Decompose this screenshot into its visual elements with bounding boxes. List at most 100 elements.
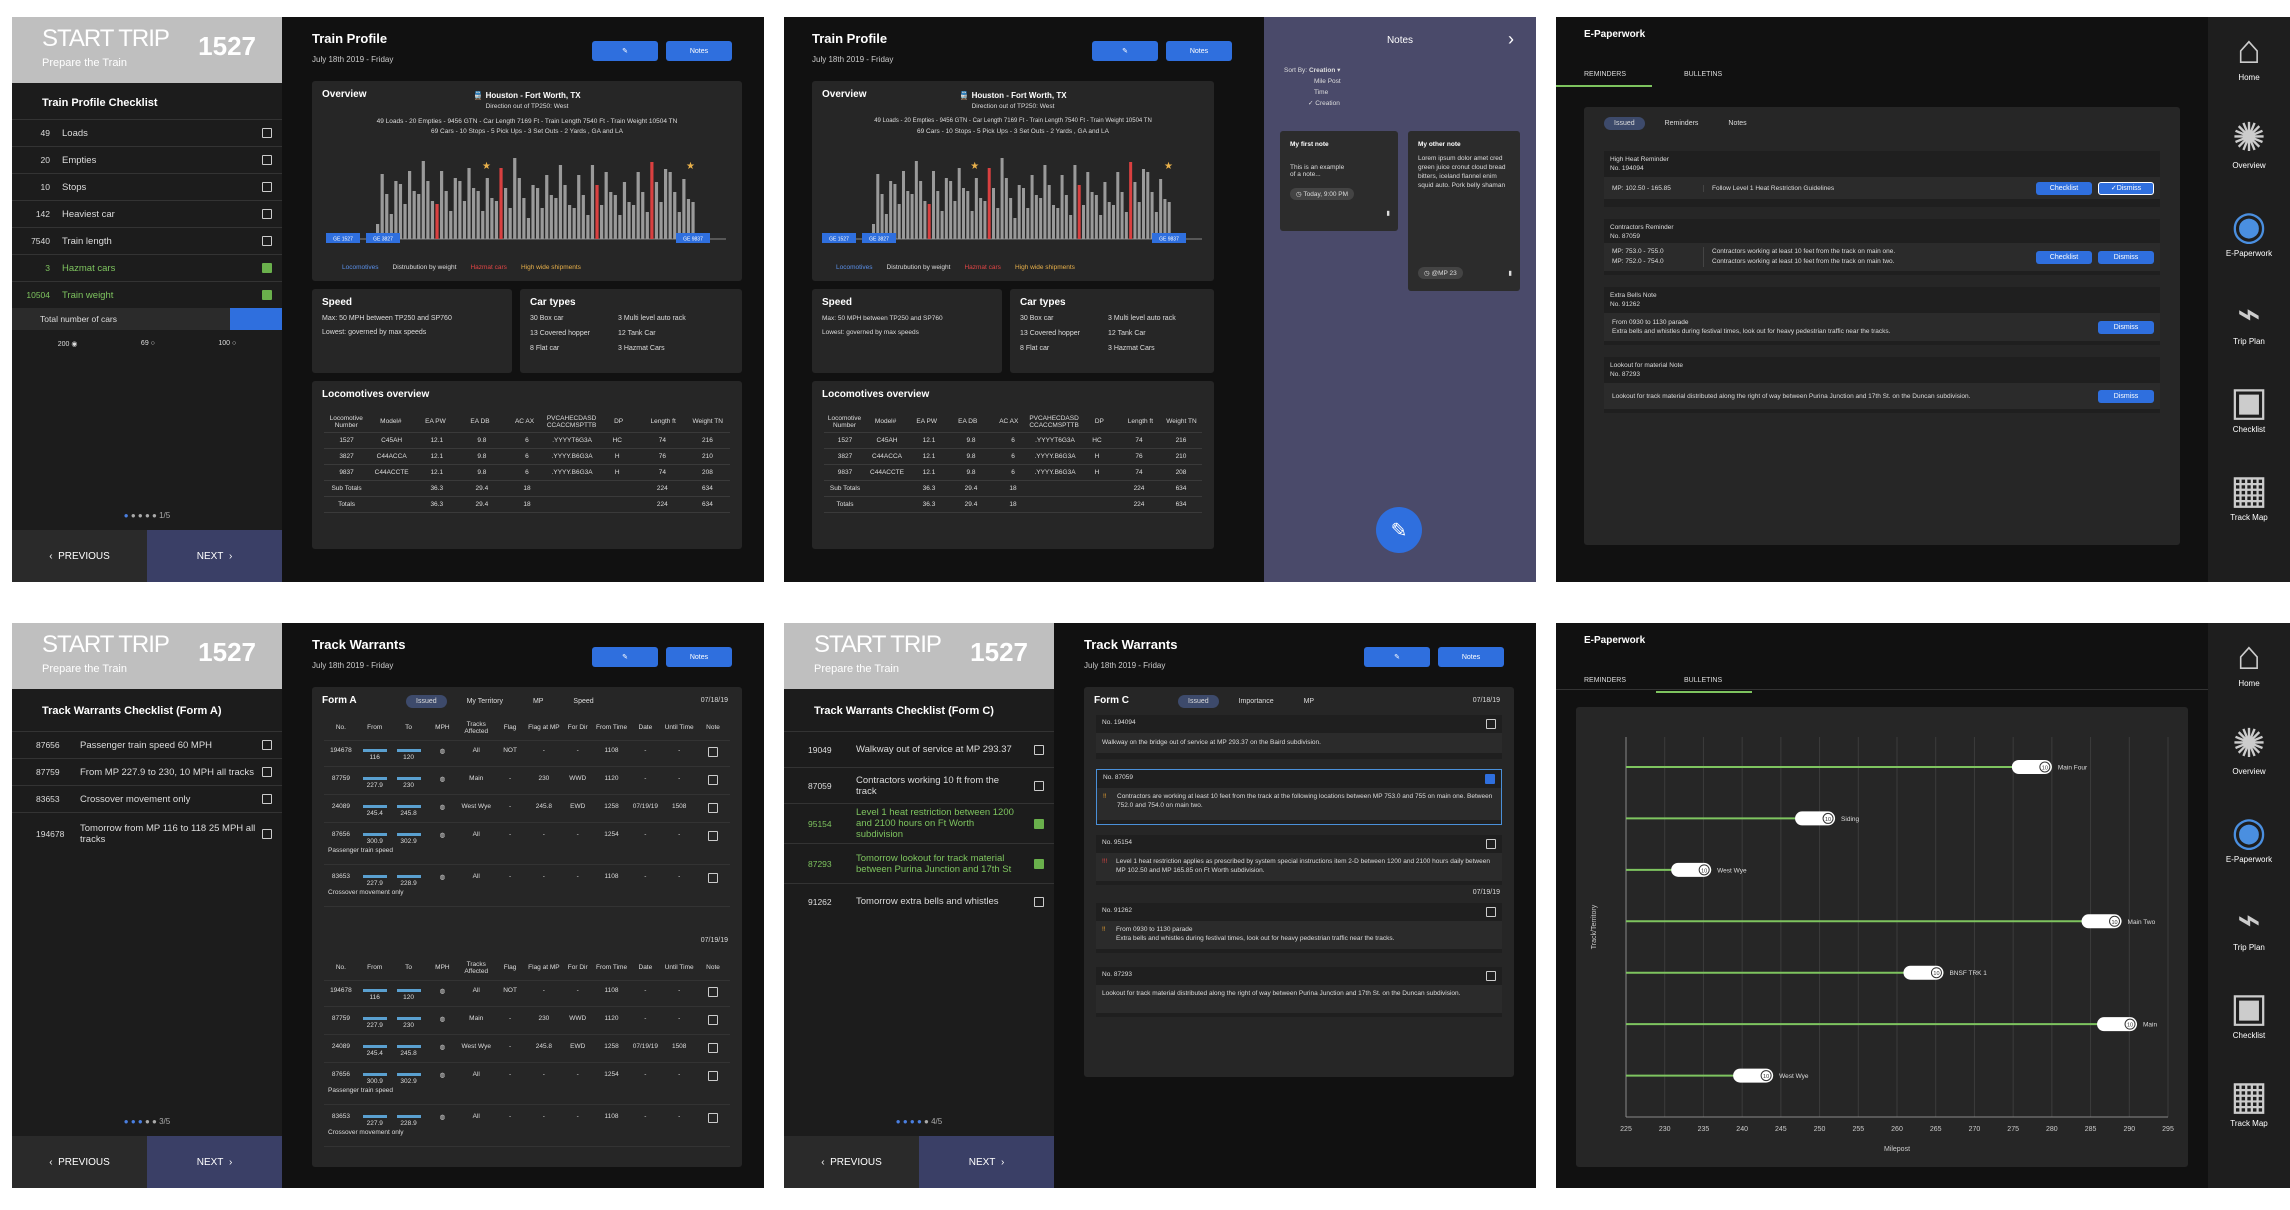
form-c-item-87293[interactable]: No. 87293 Lookout for track material dis… (1096, 967, 1502, 1017)
table-row[interactable]: 194678 116 120 ◍ All NOT - -1108- - (324, 743, 730, 767)
checklist-item[interactable]: 3 Hazmat cars (12, 254, 282, 281)
checkbox[interactable] (262, 209, 272, 219)
dismiss-button[interactable]: ✓ Dismiss (2098, 181, 2154, 195)
edit-button[interactable]: ✎ (592, 41, 658, 61)
tab-issued[interactable]: Issued (1604, 117, 1645, 130)
edit-button[interactable]: ✎ (1092, 41, 1158, 61)
total-cars-input[interactable] (230, 308, 282, 330)
form-c-item-87059[interactable]: No. 87059 !! Contractors are working at l… (1096, 769, 1502, 825)
warrant-item[interactable]: 87759 From MP 227.9 to 230, 10 MPH all tr… (12, 758, 282, 785)
option-69[interactable]: 69 ○ (141, 340, 155, 348)
checklist-item[interactable]: 7540 Train length (12, 227, 282, 254)
table-row[interactable]: 83653 227.9 228.9 ◍ All - - -1108- - Crossover mo… (324, 1109, 730, 1147)
checkbox[interactable] (1034, 818, 1044, 829)
table-row[interactable]: 24089 245.4 245.8 ◍ West Wye -245.8 EWD 1258 07/… (324, 799, 730, 823)
note-card-1[interactable]: My first note This is an example of a no… (1280, 131, 1398, 231)
tab-reminders-sub[interactable]: Reminders (1655, 117, 1709, 130)
checkbox[interactable] (262, 155, 272, 165)
tab-bulletins[interactable]: BULLETINS (1684, 71, 1722, 78)
edit-button[interactable]: ✎ (592, 647, 658, 667)
checkbox[interactable] (262, 794, 272, 804)
notes-button[interactable]: Notes (1438, 647, 1504, 667)
checklist-button[interactable]: Checklist (2036, 250, 2092, 264)
warrant-item[interactable]: 87293 Tomorrow lookout for track material… (784, 843, 1054, 883)
checkbox[interactable] (262, 263, 272, 273)
sidebar-item-track-map[interactable]: ▦ Track Map (2208, 1073, 2290, 1128)
tab-reminders[interactable]: REMINDERS (1584, 677, 1626, 684)
checkbox[interactable] (708, 987, 719, 997)
table-row[interactable]: 87656 300.9 302.9 ◍ All - - -1254- - Passenger tr… (324, 827, 730, 865)
sidebar-item-overview[interactable]: ✺ Overview (2208, 721, 2290, 776)
form-c-item-95154[interactable]: No. 95154 !!! Level 1 heat restriction ap… (1096, 835, 1502, 885)
sort-menu[interactable]: Sort By: Creation ▾ Mile Post Time ✓ Cre… (1284, 65, 1341, 109)
dismiss-button[interactable]: Dismiss (2098, 250, 2154, 264)
warrant-item[interactable]: 19049 Walkway out of service at MP 293.37 (784, 731, 1054, 767)
chevron-right-icon[interactable]: › (1508, 29, 1514, 50)
sidebar-item-track-map[interactable]: ▦ Track Map (2208, 467, 2290, 522)
checkbox[interactable] (1034, 780, 1044, 791)
table-row[interactable]: 194678 116 120 ◍ All NOT - -1108- - (324, 983, 730, 1007)
sidebar-item-home[interactable]: ⌂ Home (2208, 633, 2290, 688)
previous-button[interactable]: ‹ PREVIOUS (12, 1136, 147, 1188)
table-row[interactable]: 87656 300.9 302.9 ◍ All - - -1254- - Passenger tr… (324, 1067, 730, 1105)
checklist-item[interactable]: 20 Empties (12, 146, 282, 173)
checklist-item[interactable]: 49 Loads (12, 119, 282, 146)
sidebar-item-e-paperwork[interactable]: ◉ E-Paperwork (2208, 203, 2290, 258)
sidebar-item-overview[interactable]: ✺ Overview (2208, 115, 2290, 170)
checkbox[interactable] (262, 128, 272, 138)
table-row[interactable]: 83653 227.9 228.9 ◍ All - - -1108- - Crossover mo… (324, 869, 730, 907)
checkbox[interactable] (262, 182, 272, 192)
sidebar-item-e-paperwork[interactable]: ◉ E-Paperwork (2208, 809, 2290, 864)
checklist-item[interactable]: 142 Heaviest car (12, 200, 282, 227)
trash-icon[interactable]: ▮ (1386, 209, 1390, 217)
next-button[interactable]: NEXT › (147, 1136, 282, 1188)
previous-button[interactable]: ‹ PREVIOUS (12, 530, 147, 582)
notes-button[interactable]: Notes (666, 41, 732, 61)
sidebar-item-checklist[interactable]: ▣ Checklist (2208, 985, 2290, 1040)
checkbox[interactable] (262, 767, 272, 777)
dismiss-button[interactable]: Dismiss (2098, 320, 2154, 334)
warrant-item[interactable]: 87059 Contractors working 10 ft from the … (784, 767, 1054, 803)
form-c-item-194094[interactable]: No. 194094 Walkway on the bridge out of … (1096, 715, 1502, 759)
checkbox[interactable] (262, 740, 272, 750)
tab-bulletins[interactable]: BULLETINS (1684, 677, 1722, 684)
notes-button[interactable]: Notes (666, 647, 732, 667)
checkbox[interactable] (1034, 744, 1044, 755)
checkbox[interactable] (1034, 896, 1044, 907)
warrant-item[interactable]: 87656 Passenger train speed 60 MPH (12, 731, 282, 758)
note-card-2[interactable]: My other note Lorem ipsum dolor amet cre… (1408, 131, 1520, 291)
option-200[interactable]: 200 ◉ (58, 340, 78, 348)
dismiss-button[interactable]: Dismiss (2098, 389, 2154, 403)
checkbox[interactable] (708, 803, 719, 813)
warrant-item[interactable]: 83653 Crossover movement only (12, 785, 282, 812)
table-row[interactable]: 24089 245.4 245.8 ◍ West Wye -245.8 EWD 1258 07/… (324, 1039, 730, 1063)
notes-button[interactable]: Notes (1166, 41, 1232, 61)
checkbox[interactable] (708, 747, 719, 757)
checkbox[interactable] (708, 1113, 719, 1123)
checkbox[interactable] (262, 236, 272, 246)
sidebar-item-home[interactable]: ⌂ Home (2208, 27, 2290, 82)
add-note-fab[interactable]: ✎ (1376, 507, 1422, 553)
warrant-item[interactable]: 194678 Tomorrow from MP 116 to 118 25 MPH… (12, 812, 282, 854)
sidebar-item-trip-plan[interactable]: ⌁ Trip Plan (2208, 897, 2290, 952)
warrant-item[interactable]: 95154 Level 1 heat restriction between 12… (784, 803, 1054, 843)
warrant-item[interactable]: 91262 Tomorrow extra bells and whistles (784, 883, 1054, 919)
table-row[interactable]: 87759 227.9 230 ◍ Main -230 WWD 1120- - (324, 1011, 730, 1035)
checkbox[interactable] (708, 775, 719, 785)
option-100[interactable]: 100 ○ (218, 340, 236, 348)
next-button[interactable]: NEXT › (147, 530, 282, 582)
edit-button[interactable]: ✎ (1364, 647, 1430, 667)
trash-icon[interactable]: ▮ (1508, 269, 1512, 277)
checkbox[interactable] (262, 828, 272, 839)
previous-button[interactable]: ‹ PREVIOUS (784, 1136, 919, 1188)
checkbox[interactable] (1034, 858, 1044, 869)
sidebar-item-checklist[interactable]: ▣ Checklist (2208, 379, 2290, 434)
tab-notes[interactable]: Notes (1718, 117, 1756, 130)
sidebar-item-trip-plan[interactable]: ⌁ Trip Plan (2208, 291, 2290, 346)
checklist-button[interactable]: Checklist (2036, 181, 2092, 195)
form-c-item-91262[interactable]: No. 91262 !! From 0930 to 1130 parade Extr… (1096, 903, 1502, 953)
checkbox[interactable] (708, 831, 719, 841)
checkbox[interactable] (708, 1043, 719, 1053)
next-button[interactable]: NEXT › (919, 1136, 1054, 1188)
checkbox[interactable] (262, 290, 272, 300)
